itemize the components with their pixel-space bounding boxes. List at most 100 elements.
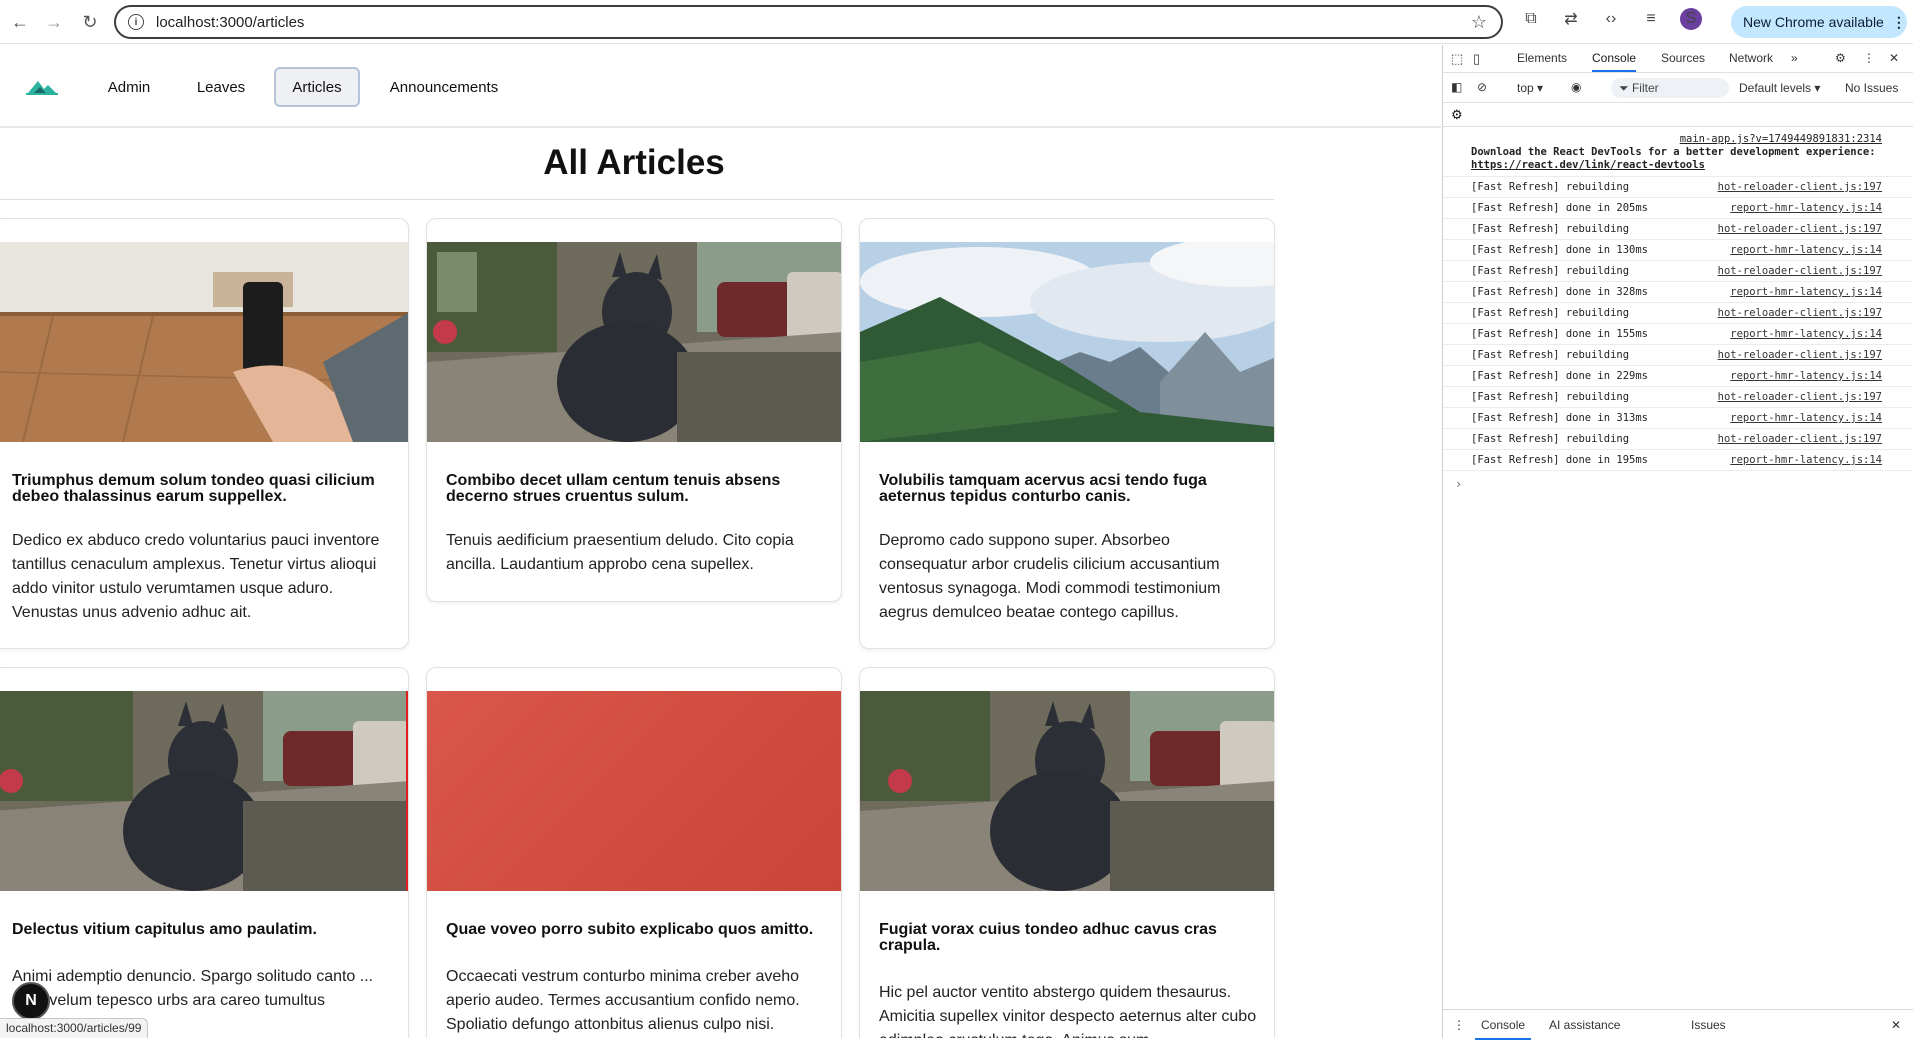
app-viewport: Admin Leaves Articles Announcements All … bbox=[0, 45, 1441, 1038]
settings-gear-icon[interactable]: ⚙ bbox=[1835, 51, 1846, 65]
log-source-link[interactable]: report-hmr-latency.js:14 bbox=[1730, 412, 1882, 424]
back-icon[interactable]: ← bbox=[6, 8, 34, 36]
console-log-row: [Fast Refresh] rebuilding hot-reloader-cl… bbox=[1443, 261, 1913, 282]
console-log-row: [Fast Refresh] rebuilding hot-reloader-cl… bbox=[1443, 345, 1913, 366]
log-message: [Fast Refresh] done in 313ms bbox=[1471, 412, 1649, 424]
log-source-link[interactable]: hot-reloader-client.js:197 bbox=[1718, 433, 1882, 445]
nav-admin[interactable]: Admin bbox=[102, 67, 156, 107]
site-info-icon[interactable]: i bbox=[128, 14, 144, 30]
profile-avatar[interactable]: S bbox=[1680, 8, 1702, 30]
new-chrome-button[interactable]: New Chrome available ⋮ bbox=[1731, 6, 1907, 38]
tab-network[interactable]: Network bbox=[1729, 51, 1773, 65]
drawer-menu-icon[interactable]: ⋮ bbox=[1453, 1018, 1465, 1032]
more-options-icon[interactable]: ⋮ bbox=[1863, 51, 1875, 65]
close-devtools-icon[interactable]: ✕ bbox=[1889, 51, 1899, 65]
nav-articles[interactable]: Articles bbox=[274, 67, 360, 107]
article-card[interactable]: Delectus vitium capitulus amo paulatim. … bbox=[0, 667, 409, 1038]
context-value: top bbox=[1517, 81, 1534, 95]
log-source-link[interactable]: hot-reloader-client.js:197 bbox=[1718, 307, 1882, 319]
console-log-row: [Fast Refresh] done in 205ms report-hmr-l… bbox=[1443, 198, 1913, 219]
article-excerpt: Tenuis aedificium praesentium deludo. Ci… bbox=[446, 532, 794, 573]
filter-icon: ⏷ bbox=[1619, 80, 1629, 95]
nextjs-dev-badge[interactable]: N bbox=[12, 982, 50, 1020]
log-source-link[interactable]: report-hmr-latency.js:14 bbox=[1730, 244, 1882, 256]
reload-icon[interactable]: ↻ bbox=[76, 8, 104, 36]
article-title[interactable]: Volubilis tamquam acervus acsi tendo fug… bbox=[879, 473, 1259, 505]
more-tabs-icon[interactable]: » bbox=[1791, 51, 1798, 65]
log-source-link[interactable]: main-app.js?v=1749449891831:2314 bbox=[1471, 133, 1882, 146]
log-message: [Fast Refresh] rebuilding bbox=[1471, 391, 1630, 403]
article-title[interactable]: Delectus vitium capitulus amo paulatim. bbox=[12, 922, 392, 938]
article-excerpt: Occaecati vestrum conturbo minima creber… bbox=[446, 968, 800, 1033]
extensions-icon[interactable]: ⧉ bbox=[1520, 10, 1542, 28]
console-log-row: [Fast Refresh] done in 195ms report-hmr-l… bbox=[1443, 450, 1913, 471]
article-card[interactable]: Triumphus demum solum tondeo quasi cilic… bbox=[0, 218, 409, 649]
article-title[interactable]: Triumphus demum solum tondeo quasi cilic… bbox=[12, 473, 392, 505]
translate-icon[interactable]: ⇄ bbox=[1560, 9, 1582, 29]
devtools-code-icon[interactable]: ‹› bbox=[1600, 10, 1622, 28]
console-settings-row: ⚙ bbox=[1443, 103, 1913, 127]
drawer-tab-console[interactable]: Console bbox=[1474, 1018, 1532, 1040]
console-log-row: [Fast Refresh] rebuilding hot-reloader-cl… bbox=[1443, 429, 1913, 450]
tab-console[interactable]: Console bbox=[1592, 51, 1637, 72]
tab-sources[interactable]: Sources bbox=[1661, 51, 1705, 65]
article-card[interactable]: Quae voveo porro subito explicabo quos a… bbox=[426, 667, 842, 1038]
live-expression-eye-icon[interactable]: ◉ bbox=[1571, 80, 1581, 94]
tab-elements[interactable]: Elements bbox=[1517, 51, 1567, 65]
log-source-link[interactable]: hot-reloader-client.js:197 bbox=[1718, 265, 1882, 277]
console-toolbar: ◧ ⊘ top ▾ ◉ ⏷ Filter Default levels ▾ No… bbox=[1443, 73, 1913, 103]
sidebar-toggle-icon[interactable]: ◧ bbox=[1451, 80, 1462, 94]
new-chrome-label: New Chrome available bbox=[1743, 14, 1884, 30]
nav-announcements[interactable]: Announcements bbox=[386, 67, 502, 107]
media-controls-icon[interactable]: ≡ bbox=[1640, 10, 1662, 28]
log-source-link[interactable]: hot-reloader-client.js:197 bbox=[1718, 181, 1882, 193]
drawer-tab-ai-assistance[interactable]: AI assistance bbox=[1549, 1018, 1620, 1032]
log-levels-dropdown[interactable]: Default levels ▾ bbox=[1739, 81, 1820, 95]
log-source-link[interactable]: report-hmr-latency.js:14 bbox=[1730, 328, 1882, 340]
article-title[interactable]: Fugiat vorax cuius tondeo adhuc cavus cr… bbox=[879, 922, 1259, 954]
inspect-element-icon[interactable]: ⬚ bbox=[1451, 51, 1463, 67]
console-log-row: [Fast Refresh] done in 130ms report-hmr-l… bbox=[1443, 240, 1913, 261]
issues-count[interactable]: No Issues bbox=[1845, 81, 1898, 95]
article-title[interactable]: Quae voveo porro subito explicabo quos a… bbox=[446, 922, 826, 938]
console-settings-gear-icon[interactable]: ⚙ bbox=[1451, 107, 1463, 123]
react-devtools-message: main-app.js?v=1749449891831:2314 Downloa… bbox=[1443, 127, 1913, 177]
article-card[interactable]: Fugiat vorax cuius tondeo adhuc cavus cr… bbox=[859, 667, 1275, 1038]
address-bar[interactable]: i localhost:3000/articles ☆ bbox=[114, 5, 1503, 39]
react-devtools-link[interactable]: https://react.dev/link/react-devtools bbox=[1471, 159, 1705, 171]
article-excerpt: Hic pel auctor ventito abstergo quidem t… bbox=[879, 984, 1257, 1038]
log-message: [Fast Refresh] done in 205ms bbox=[1471, 202, 1649, 214]
log-source-link[interactable]: hot-reloader-client.js:197 bbox=[1718, 223, 1882, 235]
console-log-row: [Fast Refresh] rebuilding hot-reloader-cl… bbox=[1443, 303, 1913, 324]
react-devtools-text: Download the React DevTools for a better… bbox=[1471, 146, 1876, 158]
log-source-link[interactable]: report-hmr-latency.js:14 bbox=[1730, 286, 1882, 298]
drawer-tab-issues[interactable]: Issues bbox=[1691, 1018, 1726, 1032]
article-excerpt: Dedico ex abduco credo voluntarius pauci… bbox=[12, 532, 380, 621]
log-message: [Fast Refresh] done in 155ms bbox=[1471, 328, 1649, 340]
context-selector[interactable]: top ▾ bbox=[1517, 81, 1543, 95]
article-card[interactable]: Combibo decet ullam centum tenuis absens… bbox=[426, 218, 842, 602]
log-source-link[interactable]: hot-reloader-client.js:197 bbox=[1718, 391, 1882, 403]
article-image-cat-statue bbox=[0, 691, 408, 891]
devtools-tab-bar: ⬚ ▯ Elements Console Sources Network » ⚙… bbox=[1443, 45, 1913, 73]
console-filter-input[interactable]: ⏷ Filter bbox=[1611, 78, 1729, 98]
forward-icon[interactable]: → bbox=[40, 8, 68, 36]
bookmark-star-icon[interactable]: ☆ bbox=[1471, 12, 1487, 33]
nav-leaves[interactable]: Leaves bbox=[191, 67, 251, 107]
clear-console-icon[interactable]: ⊘ bbox=[1477, 80, 1487, 94]
log-source-link[interactable]: hot-reloader-client.js:197 bbox=[1718, 349, 1882, 361]
more-icon[interactable]: ⋮ bbox=[1892, 14, 1906, 31]
address-url[interactable]: localhost:3000/articles bbox=[156, 14, 304, 31]
close-drawer-icon[interactable]: ✕ bbox=[1891, 1018, 1901, 1032]
device-toolbar-icon[interactable]: ▯ bbox=[1473, 51, 1480, 67]
article-title[interactable]: Combibo decet ullam centum tenuis absens… bbox=[446, 473, 826, 505]
log-source-link[interactable]: report-hmr-latency.js:14 bbox=[1730, 370, 1882, 382]
log-message: [Fast Refresh] rebuilding bbox=[1471, 349, 1630, 361]
console-prompt[interactable]: › bbox=[1443, 471, 1913, 491]
logo-icon[interactable] bbox=[26, 75, 58, 97]
log-source-link[interactable]: report-hmr-latency.js:14 bbox=[1730, 454, 1882, 466]
log-source-link[interactable]: report-hmr-latency.js:14 bbox=[1730, 202, 1882, 214]
console-log-row: [Fast Refresh] rebuilding hot-reloader-cl… bbox=[1443, 387, 1913, 408]
log-message: [Fast Refresh] done in 130ms bbox=[1471, 244, 1649, 256]
article-card[interactable]: Volubilis tamquam acervus acsi tendo fug… bbox=[859, 218, 1275, 649]
